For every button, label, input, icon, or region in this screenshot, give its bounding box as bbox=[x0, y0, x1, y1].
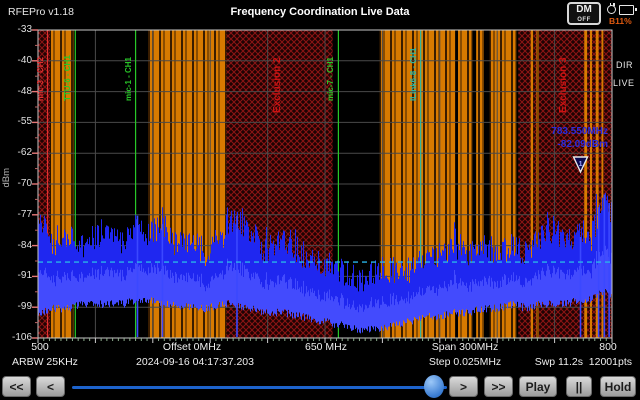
y-tick-label: -70 bbox=[4, 178, 32, 189]
marker-id: 1 bbox=[579, 161, 583, 168]
marker-frequency: 783.550MHz bbox=[500, 125, 608, 138]
hold-button[interactable]: Hold bbox=[600, 376, 636, 397]
arbw-value: ARBW 25KHz bbox=[12, 356, 78, 368]
rewind-button[interactable]: << bbox=[2, 376, 31, 397]
device-label: mic-3 - CH2 bbox=[37, 31, 45, 101]
device-label: mic-7 - CH1 bbox=[327, 31, 335, 101]
y-tick-label: -91 bbox=[4, 270, 32, 281]
step-forward-button[interactable]: > bbox=[449, 376, 478, 397]
y-tick-label: -40 bbox=[4, 55, 32, 66]
transport-bar: << < > >> Play || Hold bbox=[0, 374, 640, 400]
fast-forward-button[interactable]: >> bbox=[484, 376, 513, 397]
play-button[interactable]: Play bbox=[519, 376, 557, 397]
span-value: Span 300MHz bbox=[432, 341, 499, 353]
y-tick-label: -84 bbox=[4, 240, 32, 251]
y-tick-label: -55 bbox=[4, 116, 32, 127]
step-back-button[interactable]: < bbox=[36, 376, 65, 397]
pause-button[interactable]: || bbox=[566, 376, 592, 397]
marker-readout: 783.550MHz -82.09dBm bbox=[500, 125, 608, 151]
y-tick-label: -99 bbox=[4, 301, 32, 312]
device-label: TTU-6 - CH1 bbox=[64, 31, 72, 101]
timestamp: 2024-09-16 04:17:37.203 bbox=[136, 356, 254, 368]
exclusion-label: Exclusion 2 bbox=[273, 31, 283, 113]
y-tick-label: -33 bbox=[4, 24, 32, 35]
y-tick-label: -48 bbox=[4, 86, 32, 97]
spectrum-plot: 1 bbox=[0, 0, 640, 400]
y-tick-label: -77 bbox=[4, 209, 32, 220]
device-label: ILink6-8 - CH1 bbox=[410, 31, 418, 101]
offset-value: Offset 0MHz bbox=[163, 341, 221, 353]
x-tick-mid: 650 MHz bbox=[305, 341, 347, 353]
exclusion-label: Exclusion 3 bbox=[559, 31, 569, 113]
device-label: mic-1 - CH1 bbox=[125, 31, 133, 101]
x-tick-start: 500 bbox=[31, 341, 49, 353]
step-value: Step 0.025MHz bbox=[429, 356, 501, 368]
slider-thumb[interactable] bbox=[424, 375, 444, 398]
sweep-stats: Swp 11.2s 12001pts bbox=[535, 356, 632, 368]
position-slider[interactable] bbox=[72, 386, 447, 389]
x-tick-end: 800 bbox=[599, 341, 617, 353]
marker-level: -82.09dBm bbox=[500, 138, 608, 151]
app-window: RFEPro v1.18 Frequency Coordination Live… bbox=[0, 0, 640, 400]
y-tick-label: -62 bbox=[4, 147, 32, 158]
y-tick-label: -106 bbox=[4, 332, 32, 343]
